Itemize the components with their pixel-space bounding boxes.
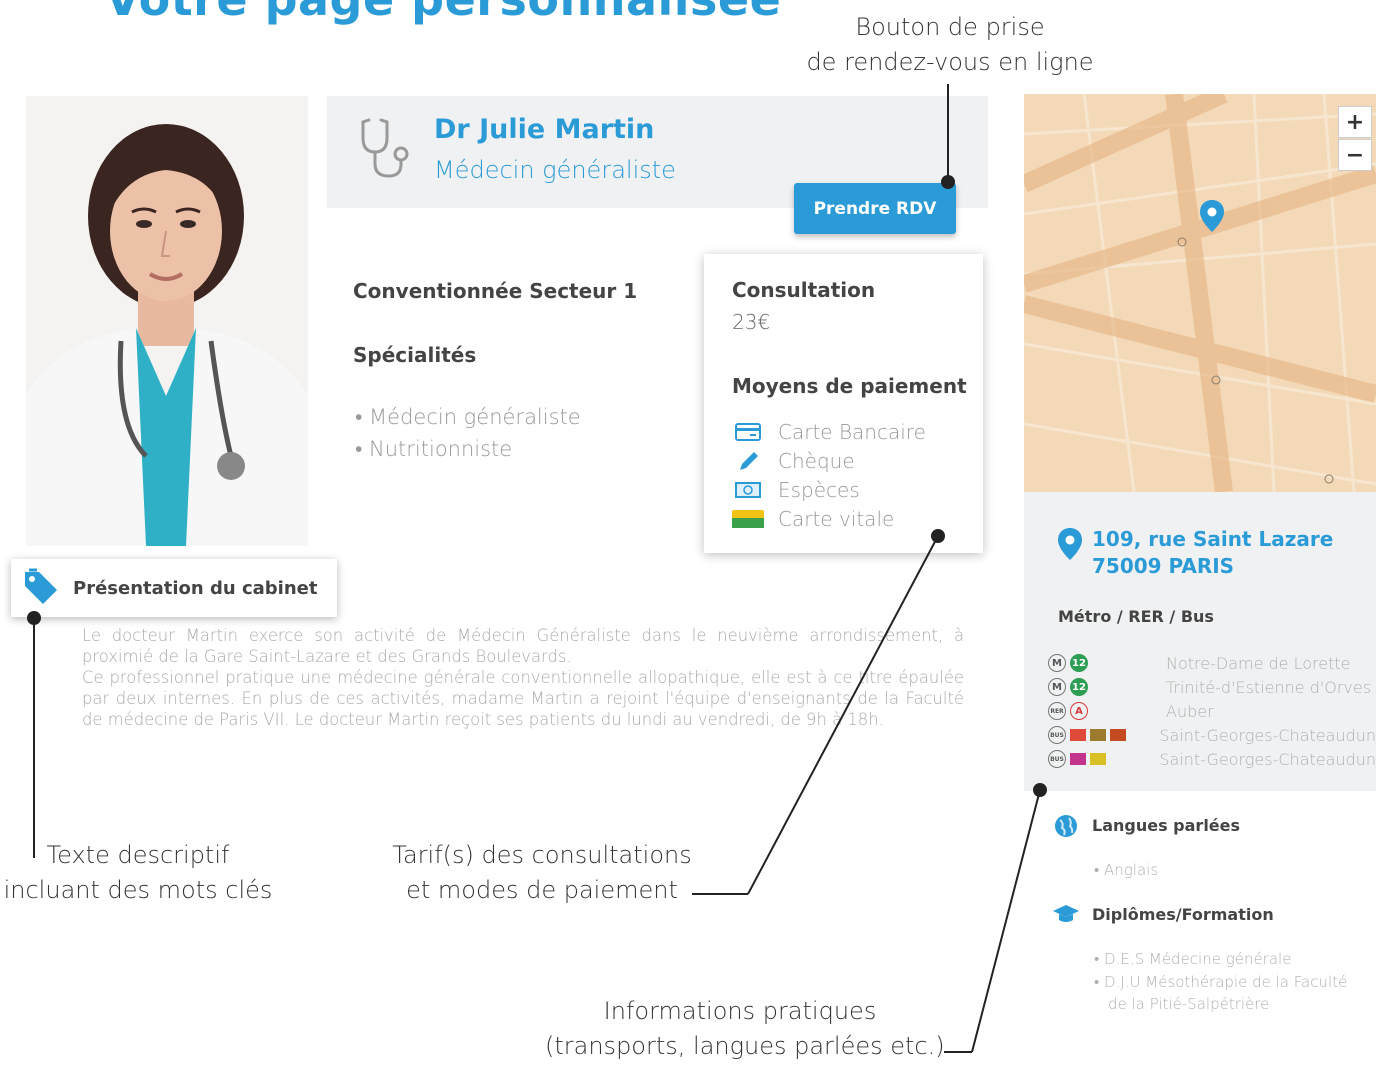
speciality-item: • Médecin généraliste (355, 405, 581, 429)
payment-heading: Moyens de paiement (732, 374, 967, 398)
annotation-description: Texte descriptif incluant des mots clés (0, 838, 276, 908)
languages-heading: Langues parlées (1092, 816, 1241, 835)
diploma-item: de la Pitié-Salpétrière (1108, 995, 1270, 1013)
station-label: Saint-Georges-Chateaudun (1159, 725, 1376, 745)
metro-icon: M (1048, 654, 1066, 672)
tarif-card: Consultation 23€ Moyens de paiement Cart… (704, 254, 983, 553)
payment-label: Espèces (778, 478, 860, 502)
payment-label: Carte vitale (778, 507, 895, 531)
doctor-photo (26, 96, 308, 546)
transport-row: M 12 Notre-Dame de Lorette (1048, 651, 1376, 675)
payment-item: Carte vitale (732, 505, 894, 533)
annotation-tarif: Tarif(s) des consultations et modes de p… (392, 838, 692, 908)
location-map[interactable]: + − (1024, 94, 1376, 492)
bus-line-icon (1090, 753, 1106, 765)
annotation-info: Informations pratiques (transports, lang… (545, 994, 945, 1064)
annotation-description-line1: Texte descriptif (46, 841, 230, 869)
banknote-icon (732, 479, 764, 501)
zoom-out-button[interactable]: − (1338, 139, 1372, 171)
line-12-icon: 12 (1070, 654, 1088, 672)
pen-icon (732, 450, 764, 472)
transport-heading: Métro / RER / Bus (1058, 607, 1214, 626)
address-line1: 109, rue Saint Lazare (1092, 527, 1334, 551)
presentation-text: Le docteur Martin exerce son activité de… (82, 626, 964, 729)
map-pin-icon (1200, 200, 1224, 236)
payment-label: Carte Bancaire (778, 420, 926, 444)
bus-line-icon (1070, 729, 1086, 741)
location-pin-icon (1058, 528, 1082, 564)
annotation-description-line2: incluant des mots clés (3, 876, 273, 904)
bus-line-icon (1090, 729, 1106, 741)
consultation-price: 23€ (732, 310, 771, 334)
line-12-icon: 12 (1070, 678, 1088, 696)
payment-label: Chèque (778, 449, 855, 473)
diploma-item: • D.E.S Médecine générale (1094, 950, 1292, 968)
diploma-item: • D.J.U Mésothérapie de la Faculté (1094, 973, 1348, 991)
payment-item: Espèces (732, 476, 860, 504)
carte-vitale-icon (732, 508, 764, 530)
tab-presentation[interactable]: Présentation du cabinet (11, 559, 337, 617)
graduation-cap-icon (1052, 903, 1080, 929)
language-item: • Anglais (1094, 861, 1159, 879)
diplomas-heading: Diplômes/Formation (1092, 905, 1274, 924)
annotation-tarif-line1: Tarif(s) des consultations (392, 841, 692, 869)
metro-icon: M (1048, 678, 1066, 696)
rer-icon: RER (1048, 702, 1066, 720)
annotation-rdv: Bouton de prise de rendez-vous en ligne (800, 10, 1100, 80)
doctor-title: Médecin généraliste (434, 156, 676, 184)
station-label: Trinité-d'Estienne d'Orves (1166, 677, 1372, 697)
consultation-heading: Consultation (732, 278, 876, 302)
station-label: Notre-Dame de Lorette (1166, 653, 1351, 673)
annotation-rdv-line1: Bouton de prise (855, 13, 1045, 41)
bus-line-icon (1110, 729, 1126, 741)
station-label: Saint-Georges-Chateaudun (1159, 749, 1376, 769)
address: 109, rue Saint Lazare 75009 PARIS (1092, 526, 1333, 580)
doctor-name: Dr Julie Martin (434, 114, 655, 145)
specialities-heading: Spécialités (353, 343, 477, 367)
rer-a-icon: A (1070, 702, 1088, 720)
annotation-info-line1: Informations pratiques (603, 997, 877, 1025)
annotation-info-line2: (transports, langues parlées etc.) (545, 1032, 945, 1060)
annotation-rdv-line2: de rendez-vous en ligne (806, 48, 1094, 76)
bus-icon: BUS (1048, 750, 1066, 768)
transport-row: RER A Auber (1048, 699, 1376, 723)
rdv-button[interactable]: Prendre RDV (794, 183, 956, 234)
station-label: Auber (1166, 701, 1214, 721)
tab-presentation-label: Présentation du cabinet (73, 577, 318, 599)
page-title: Votre page personnalisée (105, 0, 781, 26)
transport-row: BUS Saint-Georges-Chateaudun (1048, 723, 1376, 747)
transport-row: BUS Saint-Georges-Chateaudun (1048, 747, 1376, 771)
payment-item: Carte Bancaire (732, 418, 926, 446)
stethoscope-icon (357, 116, 413, 182)
tag-icon (21, 568, 61, 608)
speciality-item: • Nutritionniste (355, 437, 513, 461)
bus-line-icon (1070, 753, 1086, 765)
globe-icon (1054, 814, 1078, 842)
address-line2: 75009 PARIS (1092, 554, 1235, 578)
convention-label: Conventionnée Secteur 1 (353, 279, 638, 303)
payment-item: Chèque (732, 447, 855, 475)
annotation-tarif-line2: et modes de paiement (406, 876, 678, 904)
transport-row: M 12 Trinité-d'Estienne d'Orves (1048, 675, 1376, 699)
credit-card-icon (732, 421, 764, 443)
zoom-in-button[interactable]: + (1338, 106, 1372, 138)
bus-icon: BUS (1048, 726, 1066, 744)
